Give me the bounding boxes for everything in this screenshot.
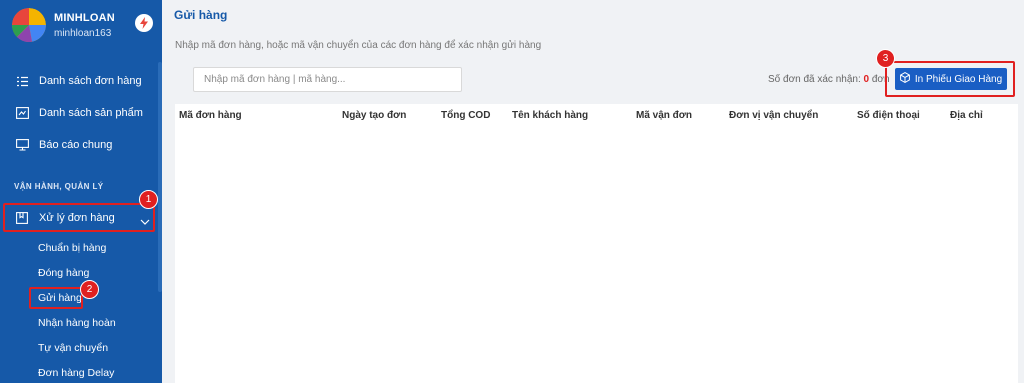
confirmed-count-label: Số đơn đã xác nhận: bbox=[768, 74, 861, 85]
monitor-icon bbox=[15, 139, 29, 151]
avatar bbox=[12, 8, 46, 42]
table-header-customer-name: Tên khách hàng bbox=[512, 110, 589, 121]
table-header-carrier: Đơn vị vận chuyển bbox=[729, 110, 819, 121]
sidebar-subitem-delay[interactable]: Đơn hàng Delay bbox=[38, 367, 114, 379]
annotation-badge-2: 2 bbox=[80, 280, 99, 299]
annotation-badge-1: 1 bbox=[139, 190, 158, 209]
order-search-input[interactable] bbox=[193, 67, 462, 92]
page-hint: Nhập mã đơn hàng, hoặc mã vận chuyển của… bbox=[175, 40, 542, 51]
table-header-created-date: Ngày tạo đơn bbox=[342, 110, 407, 121]
sidebar-item-label: Danh sách sản phẩm bbox=[39, 107, 143, 119]
sidebar-item-reports[interactable]: Báo cáo chung bbox=[0, 134, 158, 156]
table-header-total-cod: Tổng COD bbox=[441, 110, 491, 121]
highlight-box-3 bbox=[885, 61, 1015, 97]
highlight-box-1 bbox=[3, 203, 155, 232]
page-title: Gửi hàng bbox=[174, 8, 228, 22]
sidebar-subitem-returns[interactable]: Nhận hàng hoàn bbox=[38, 317, 116, 329]
confirmed-count-value: 0 bbox=[863, 74, 870, 85]
sidebar-scrollbar[interactable] bbox=[158, 62, 162, 292]
table-header-address: Địa chỉ bbox=[950, 110, 983, 121]
table-header-phone: Số điện thoại bbox=[857, 110, 920, 121]
sidebar-item-products[interactable]: Danh sách sản phẩm bbox=[0, 102, 158, 124]
sidebar-item-label: Danh sách đơn hàng bbox=[39, 75, 142, 87]
bolt-icon[interactable] bbox=[135, 14, 153, 32]
sidebar-item-orders[interactable]: Danh sách đơn hàng bbox=[0, 70, 158, 92]
sidebar-item-label: Báo cáo chung bbox=[39, 139, 113, 151]
sidebar: MINHLOAN minhloan163 Danh sách đơn hàng … bbox=[0, 0, 162, 383]
section-title: VẬN HÀNH, QUẢN LÝ bbox=[14, 182, 104, 191]
product-icon bbox=[15, 107, 29, 119]
sidebar-subitem-prepare[interactable]: Chuẩn bị hàng bbox=[38, 242, 106, 254]
user-username: minhloan163 bbox=[54, 28, 112, 39]
orders-table bbox=[175, 104, 1018, 383]
annotation-badge-3: 3 bbox=[876, 49, 895, 68]
list-icon bbox=[15, 75, 29, 87]
confirmed-count: Số đơn đã xác nhận: 0 đơn bbox=[768, 74, 890, 85]
user-name: MINHLOAN bbox=[54, 12, 115, 24]
user-profile[interactable]: MINHLOAN minhloan163 bbox=[0, 0, 162, 62]
sidebar-subitem-self-delivery[interactable]: Tự vận chuyển bbox=[38, 342, 108, 354]
table-header-order-code: Mã đơn hàng bbox=[179, 110, 242, 121]
table-header-tracking-code: Mã vận đơn bbox=[636, 110, 693, 121]
sidebar-subitem-pack[interactable]: Đóng hàng bbox=[38, 267, 89, 279]
highlight-box-2 bbox=[29, 287, 83, 309]
